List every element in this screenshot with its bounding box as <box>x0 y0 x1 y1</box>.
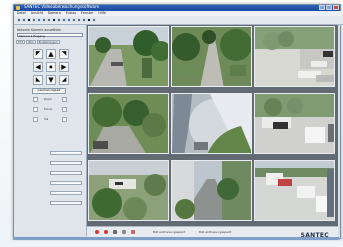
toolbar-button-4[interactable] <box>32 18 36 22</box>
toolbar-button-13[interactable] <box>77 18 81 22</box>
freeze-left-label: Bild einfrieren gesperrt <box>153 230 186 234</box>
toolbar <box>14 16 343 25</box>
taskbar <box>13 237 339 240</box>
toolbar-button-8[interactable] <box>52 18 56 22</box>
iris-plus-button[interactable] <box>62 117 67 122</box>
focus-control-row: Fokus <box>33 107 69 112</box>
snapshot-icon[interactable] <box>113 230 117 234</box>
tab-ptz[interactable]: PTZ <box>16 40 26 44</box>
pan-down-right-button[interactable]: ◢ <box>59 75 69 85</box>
camera-feed-1[interactable] <box>88 26 169 87</box>
setting-field-1[interactable] <box>50 151 82 155</box>
toolbar-button-1[interactable] <box>17 18 21 22</box>
camera-feed-2[interactable] <box>171 26 252 87</box>
control-sidebar: Aktuelle Kamera auswählen Kamera 1 Einga… <box>14 25 87 236</box>
camera-selection-dropdown[interactable]: Kamera 1 Eingang <box>17 33 83 38</box>
toolbar-button-15[interactable] <box>87 18 91 22</box>
camera-feed-7[interactable] <box>88 160 169 221</box>
pan-home-button[interactable]: ● <box>46 62 56 72</box>
camera-image-5 <box>172 94 251 153</box>
pan-down-button[interactable]: ▼ <box>46 75 56 85</box>
freeze-right-label: Bild einfrieren gesperrt <box>199 230 232 234</box>
toolbar-button-14[interactable] <box>82 18 86 22</box>
iris-minus-button[interactable] <box>33 117 38 122</box>
toolbar-button-9[interactable] <box>57 18 61 22</box>
sidebar-tabs: PTZ Bild Einstellungen <box>16 40 84 44</box>
camera-image-7 <box>89 161 168 220</box>
iris-control-row: Iris <box>33 117 69 122</box>
desktop-background: SANTEC Videoüberwachungssoftware Datei A… <box>0 0 343 247</box>
alarm-icon[interactable] <box>104 230 108 234</box>
setting-field-2[interactable] <box>50 161 82 165</box>
camera-image-1 <box>89 27 168 86</box>
toolbar-button-5[interactable] <box>37 18 41 22</box>
camera-image-3 <box>255 27 334 86</box>
camera-image-4 <box>89 94 168 153</box>
toolbar-button-3[interactable] <box>27 18 31 22</box>
zoom-label: Zoom <box>44 97 53 101</box>
zoom-minus-button[interactable] <box>33 97 38 102</box>
setting-field-6[interactable] <box>50 201 82 205</box>
toolbar-button-11[interactable] <box>67 18 71 22</box>
setting-field-5[interactable] <box>50 191 82 195</box>
record-icon[interactable] <box>95 230 99 234</box>
pan-left-button[interactable]: ◀ <box>33 62 43 72</box>
camera-image-9 <box>255 161 334 220</box>
camera-feed-6[interactable] <box>254 93 335 154</box>
settings-icon[interactable] <box>122 230 126 234</box>
camera-feed-8[interactable] <box>171 160 252 221</box>
zoom-plus-button[interactable] <box>62 97 67 102</box>
minimize-button[interactable] <box>319 5 325 10</box>
camera-grid <box>87 25 338 226</box>
focus-plus-button[interactable] <box>62 107 67 112</box>
zoom-control-row: Zoom <box>33 97 69 102</box>
surveillance-application-window: SANTEC Videoüberwachungssoftware Datei A… <box>13 4 343 239</box>
camera-selection-label: Aktuelle Kamera auswählen <box>17 28 62 32</box>
setting-field-3[interactable] <box>50 171 82 175</box>
toolbar-button-7[interactable] <box>47 18 51 22</box>
pan-right-button[interactable]: ▶ <box>59 62 69 72</box>
focus-minus-button[interactable] <box>33 107 38 112</box>
camera-image-6 <box>255 94 334 153</box>
toolbar-button-12[interactable] <box>72 18 76 22</box>
iris-label: Iris <box>44 117 49 121</box>
warning-icon[interactable] <box>131 230 135 234</box>
camera-feed-3[interactable] <box>254 26 335 87</box>
camera-feed-9[interactable] <box>254 160 335 221</box>
camera-feed-4[interactable] <box>88 93 169 154</box>
app-icon <box>16 6 20 10</box>
setting-field-4[interactable] <box>50 181 82 185</box>
toolbar-button-10[interactable] <box>62 18 66 22</box>
toolbar-button-6[interactable] <box>42 18 46 22</box>
toolbar-button-2[interactable] <box>22 18 26 22</box>
focus-label: Fokus <box>44 107 52 111</box>
tab-image[interactable]: Bild <box>26 40 36 44</box>
toolbar-button-16[interactable] <box>92 18 96 22</box>
pan-down-left-button[interactable]: ◣ <box>33 75 43 85</box>
ptz-speed-label[interactable]: Geschwindigkeit <box>32 88 66 94</box>
maximize-button[interactable] <box>326 5 332 10</box>
pan-up-right-button[interactable]: ◥ <box>59 49 69 59</box>
camera-image-2 <box>172 27 251 86</box>
pan-up-button[interactable]: ▲ <box>46 49 56 59</box>
tab-settings[interactable]: Einstellungen <box>36 40 60 44</box>
window-controls <box>319 5 339 10</box>
camera-feed-5[interactable] <box>171 93 252 154</box>
pan-up-left-button[interactable]: ◤ <box>33 49 43 59</box>
close-button[interactable] <box>333 5 339 10</box>
ptz-control-pad: ▲ ◀ ● ▶ ▼ ◤ ◥ ◣ ◢ <box>33 49 69 85</box>
camera-image-8 <box>172 161 251 220</box>
window-title: SANTEC Videoüberwachungssoftware <box>24 4 100 9</box>
